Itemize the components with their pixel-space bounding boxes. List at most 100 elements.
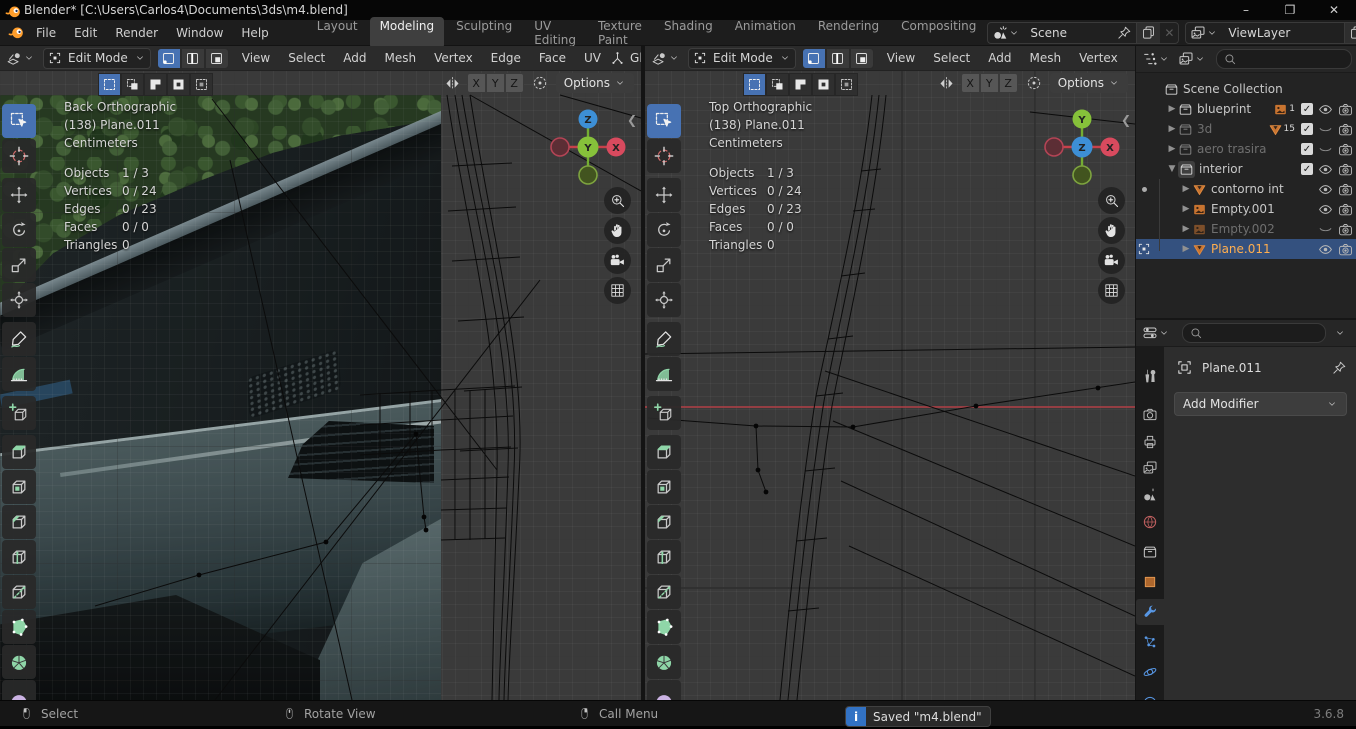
tab-uv-editing[interactable]: UV Editing	[524, 17, 586, 49]
disclosure-arrow[interactable]: ▶	[1180, 244, 1192, 254]
options-dropdown[interactable]: Options	[556, 73, 634, 93]
tool-move[interactable]	[2, 178, 36, 212]
render-visibility-camera[interactable]	[1338, 122, 1353, 137]
new-viewlayer-icon[interactable]	[1344, 23, 1356, 43]
properties-tab-output[interactable]	[1136, 429, 1164, 455]
nav-grid-button[interactable]	[1098, 277, 1125, 304]
tab-compositing[interactable]: Compositing	[891, 17, 986, 49]
exclude-checkbox[interactable]: ✓	[1301, 123, 1313, 135]
tab-animation[interactable]: Animation	[725, 17, 806, 49]
render-visibility-camera[interactable]	[1338, 222, 1353, 237]
properties-tab-render[interactable]	[1136, 402, 1164, 428]
render-visibility-camera[interactable]	[1338, 242, 1353, 257]
tool-move[interactable]	[647, 178, 681, 212]
tab-rendering[interactable]: Rendering	[808, 17, 889, 49]
viewport-menu-mesh[interactable]: Mesh	[1021, 51, 1071, 65]
disclosure-arrow[interactable]: ▶	[1166, 144, 1178, 154]
nav-hand-button[interactable]	[604, 217, 631, 244]
navigation-gizmo[interactable]: Z X Y	[548, 107, 628, 187]
tool-transform[interactable]	[2, 283, 36, 317]
visibility-eye-open[interactable]	[1318, 202, 1333, 217]
menu-render[interactable]: Render	[106, 20, 167, 46]
menu-window[interactable]: Window	[167, 20, 232, 46]
viewport-menu-add[interactable]: Add	[334, 51, 375, 65]
menu-file[interactable]: File	[27, 20, 65, 46]
editor-type-dropdown[interactable]	[6, 50, 35, 67]
tab-layout[interactable]: Layout	[307, 17, 368, 49]
nav-camera-button[interactable]	[604, 247, 631, 274]
viewport-menu-edge[interactable]: Edge	[1127, 51, 1135, 65]
properties-options-dropdown[interactable]	[1334, 327, 1346, 339]
visibility-eye-open[interactable]	[1318, 162, 1333, 177]
proportional-editing-icon[interactable]	[1026, 75, 1042, 91]
mode-dropdown[interactable]: Edit Mode	[43, 48, 151, 69]
outliner-row-empty-002[interactable]: ▶Empty.002	[1136, 219, 1356, 239]
viewport-menu-select[interactable]: Select	[279, 51, 334, 65]
outliner-row-contorno-int[interactable]: ▶contorno int	[1136, 179, 1356, 199]
symmetry-y-button[interactable]: Y	[980, 73, 999, 93]
tool-cursor[interactable]	[2, 139, 36, 173]
visibility-eye-closed[interactable]	[1318, 142, 1333, 157]
properties-tab-modifiers[interactable]	[1136, 599, 1164, 625]
tool-bevel[interactable]	[647, 505, 681, 539]
sidebar-collapse-arrow[interactable]: ❮	[1121, 113, 1131, 127]
disclosure-arrow[interactable]: ▶	[1166, 104, 1178, 114]
visibility-eye-closed[interactable]	[1318, 122, 1333, 137]
viewport-editor-icon[interactable]	[6, 50, 23, 67]
symmetry-z-button[interactable]: Z	[505, 73, 524, 93]
tool-extrude-region[interactable]	[2, 435, 36, 469]
viewport-menu-select[interactable]: Select	[924, 51, 979, 65]
visibility-eye-open[interactable]	[1318, 242, 1333, 257]
navigation-gizmo[interactable]: Y X Z	[1042, 107, 1122, 187]
viewport-menu-vertex[interactable]: Vertex	[425, 51, 482, 65]
tool-select-box[interactable]	[2, 104, 36, 138]
box-select-invert[interactable]	[812, 73, 835, 96]
visibility-eye-open[interactable]	[1318, 182, 1333, 197]
symmetry-x-button[interactable]: X	[961, 73, 980, 93]
properties-search-input[interactable]	[1182, 323, 1326, 343]
proportional-editing-icon[interactable]	[532, 75, 548, 91]
disclosure-arrow[interactable]: ▼	[1166, 164, 1178, 174]
box-select-subtract[interactable]	[789, 73, 812, 96]
options-dropdown[interactable]: Options	[1050, 73, 1128, 93]
outliner-row-blueprint[interactable]: ▶blueprint1✓	[1136, 99, 1356, 119]
symmetry-icon[interactable]	[938, 75, 955, 92]
tool-cursor[interactable]	[647, 139, 681, 173]
tool-measure[interactable]	[647, 357, 681, 391]
menu-help[interactable]: Help	[232, 20, 277, 46]
disclosure-arrow[interactable]: ▶	[1180, 184, 1192, 194]
select-mode-vertex[interactable]	[802, 48, 826, 69]
tab-shading[interactable]: Shading	[654, 17, 723, 49]
properties-tab-view-layer[interactable]	[1136, 455, 1164, 481]
tab-modeling[interactable]: Modeling	[370, 17, 445, 49]
tool-select-box[interactable]	[647, 104, 681, 138]
tool-spin[interactable]	[2, 645, 36, 679]
viewport-canvas[interactable]: XYZOptions❮ Z X Y Back Orthographic(138)…	[0, 71, 641, 700]
tool-smooth[interactable]	[647, 680, 681, 700]
viewport-menu-mesh[interactable]: Mesh	[376, 51, 426, 65]
viewport-menu-view[interactable]: View	[233, 51, 279, 65]
outliner-row-interior[interactable]: ▼interior✓	[1136, 159, 1356, 179]
outliner-row-scene-collection[interactable]: Scene Collection	[1136, 79, 1356, 99]
select-mode-edge[interactable]	[826, 48, 850, 69]
visibility-eye-open[interactable]	[1318, 102, 1333, 117]
outliner-search-input[interactable]	[1216, 49, 1352, 69]
properties-tab-world[interactable]	[1136, 509, 1164, 535]
box-select-new[interactable]	[98, 73, 121, 96]
box-select-extend[interactable]	[766, 73, 789, 96]
exclude-checkbox[interactable]: ✓	[1301, 163, 1313, 175]
tool-loop-cut[interactable]	[2, 540, 36, 574]
viewport-menu-face[interactable]: Face	[530, 51, 575, 65]
box-select-extend[interactable]	[121, 73, 144, 96]
menu-edit[interactable]: Edit	[65, 20, 106, 46]
nav-zoom-button[interactable]	[1098, 187, 1125, 214]
exclude-checkbox[interactable]: ✓	[1301, 143, 1313, 155]
tool-transform[interactable]	[647, 283, 681, 317]
scene-selector[interactable]: Scene ✕	[987, 22, 1179, 44]
render-visibility-camera[interactable]	[1338, 142, 1353, 157]
blender-menu-icon[interactable]	[8, 24, 25, 41]
editor-type-dropdown[interactable]	[651, 50, 680, 67]
properties-tab-particles[interactable]	[1136, 629, 1164, 655]
symmetry-x-button[interactable]: X	[467, 73, 486, 93]
properties-tab-tool[interactable]	[1136, 363, 1164, 389]
